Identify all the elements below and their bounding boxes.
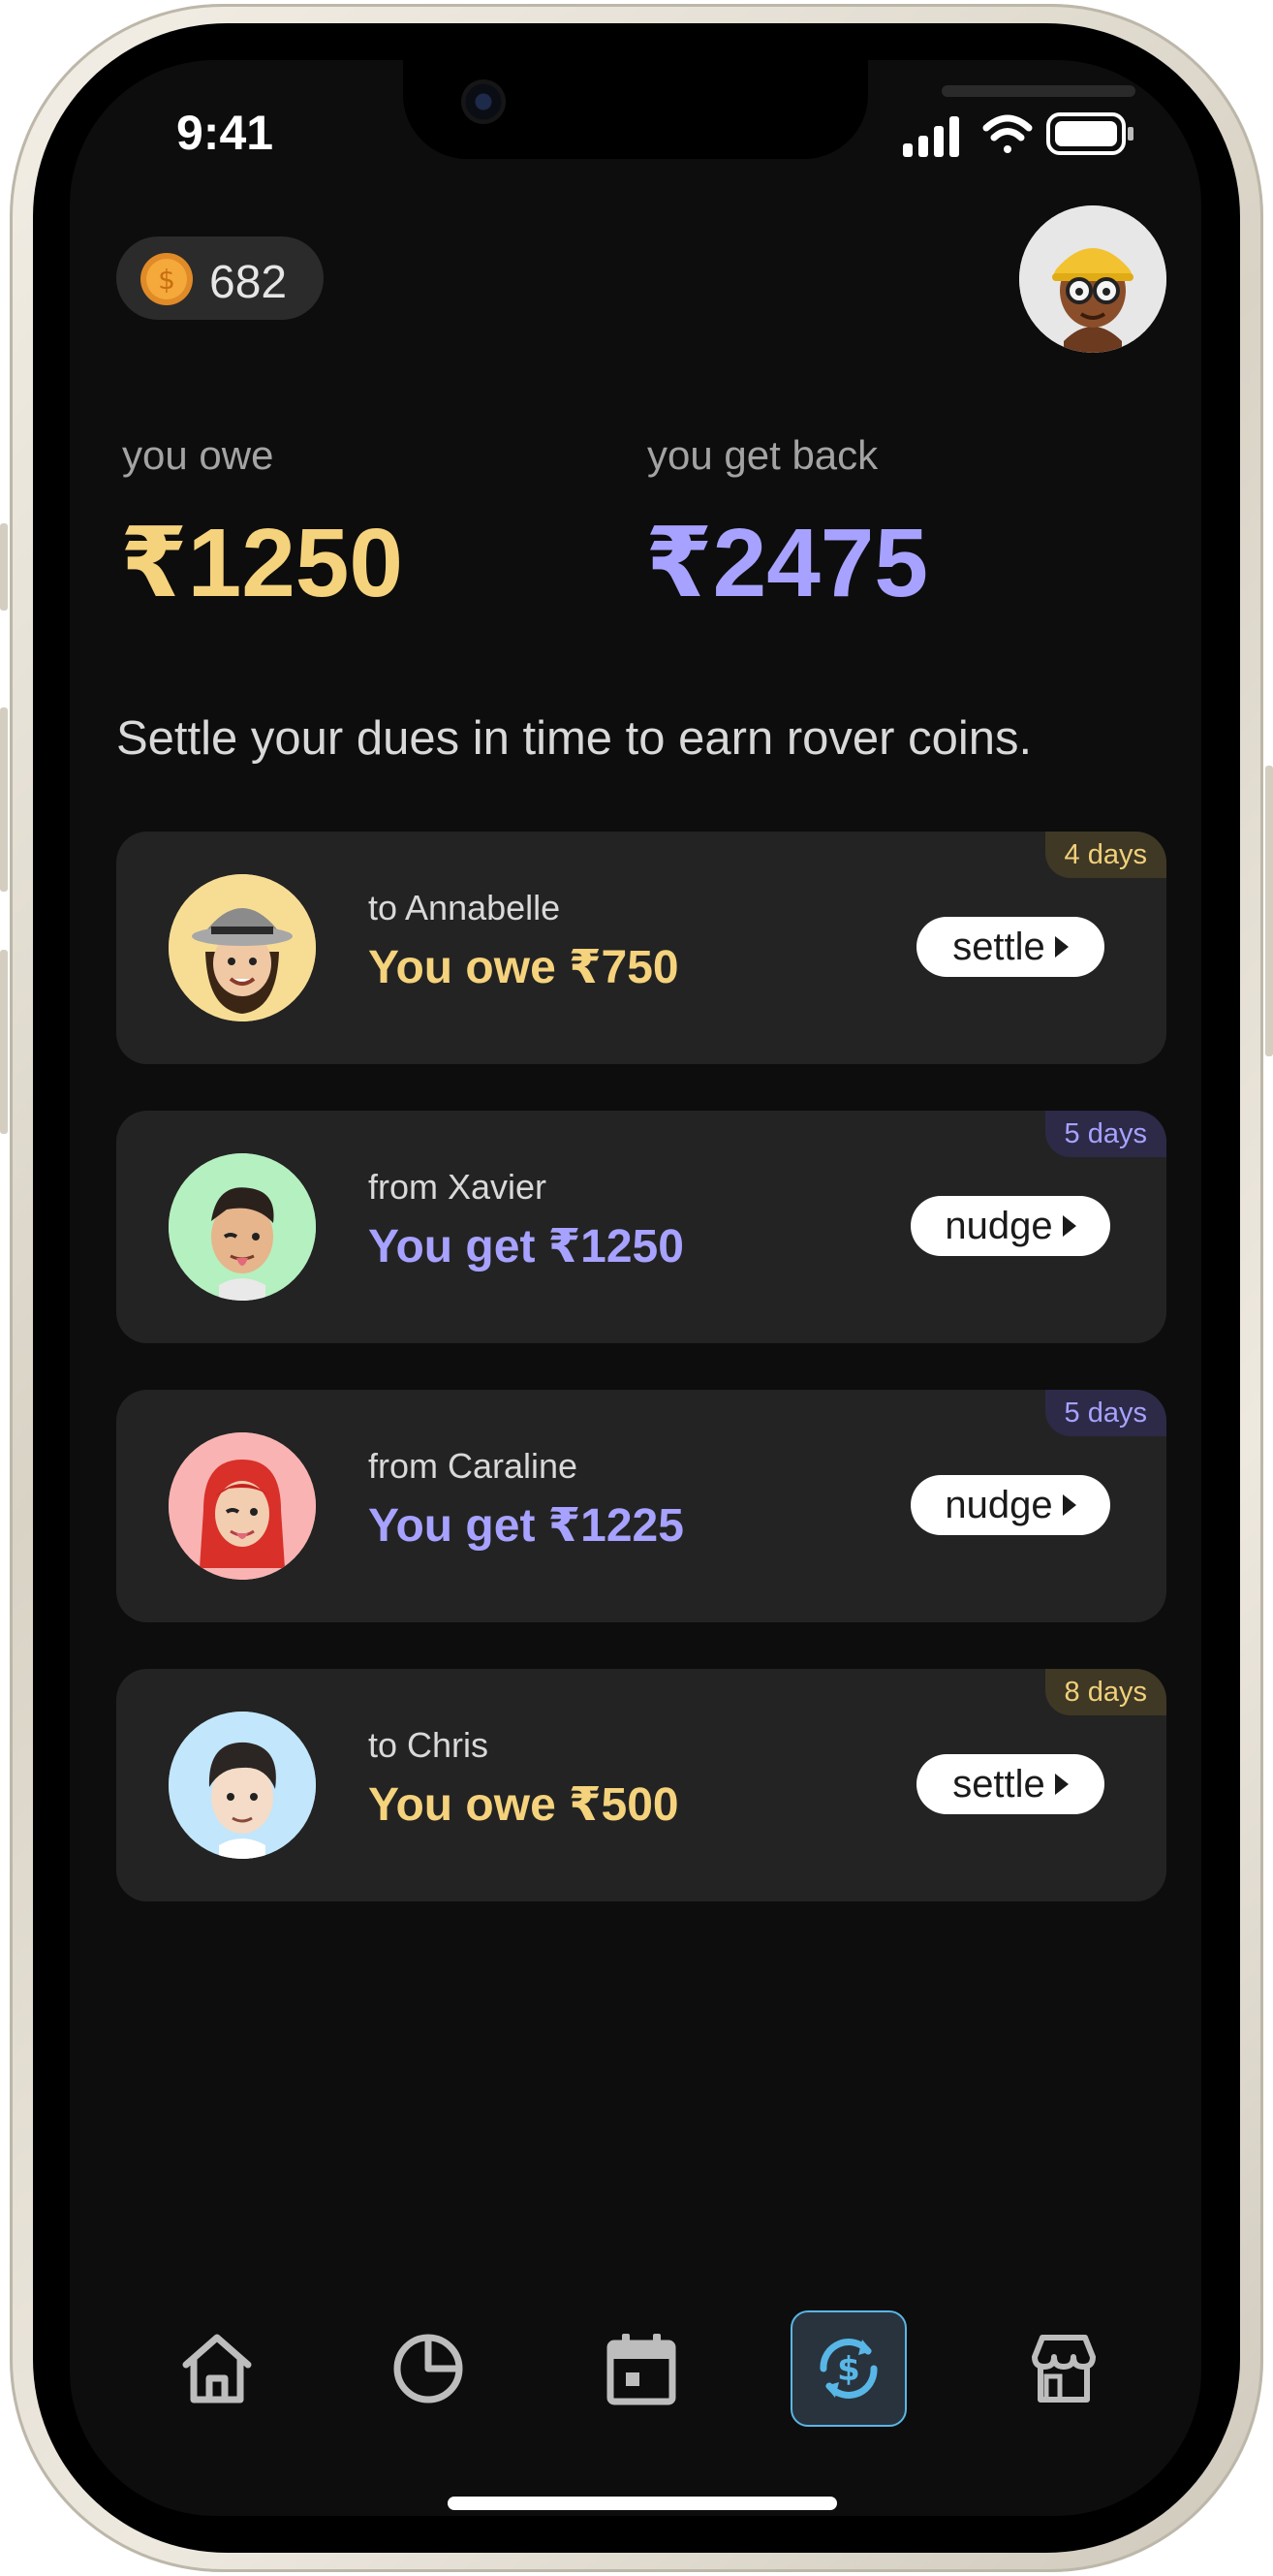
chris-avatar [169,1712,316,1859]
home-indicator[interactable] [448,2497,837,2510]
coin-icon: $ [140,253,193,305]
play-arrow-icon [1062,1215,1076,1237]
nudge-button[interactable]: nudge [911,1196,1110,1256]
front-camera [461,79,506,124]
due-amount: You owe ₹750 [368,942,679,993]
due-card-chris[interactable]: 8 days to Chris You owe ₹500 settle [116,1669,1166,1901]
status-time: 9:41 [176,106,274,160]
battery-icon [1046,112,1133,155]
tab-settle[interactable]: $ [791,2310,907,2427]
due-subtitle: from Xavier [368,1167,547,1207]
due-amount: You get ₹1225 [368,1500,684,1552]
memoji-avatar-icon [169,1432,316,1580]
due-subtitle: from Caraline [368,1446,578,1486]
due-subtitle: to Annabelle [368,888,561,927]
tab-stats[interactable] [370,2310,486,2427]
status-icons [903,112,1133,157]
coins-badge[interactable]: $ 682 [116,236,324,320]
due-amount: You owe ₹500 [368,1779,679,1831]
xavier-avatar [169,1153,316,1301]
due-card-caraline[interactable]: 5 days from Caraline You get ₹1225 nudge [116,1390,1166,1622]
owe-label: you owe [122,432,274,478]
due-amount: You get ₹1250 [368,1221,684,1272]
nudge-button-label: nudge [945,1483,1053,1526]
due-subtitle: to Chris [368,1725,489,1765]
days-badge: 4 days [1044,832,1166,878]
days-badge: 5 days [1044,1111,1166,1157]
calendar-icon [606,2334,676,2405]
tab-store[interactable] [1006,2310,1122,2427]
svg-text:$: $ [158,264,175,296]
memoji-avatar-icon [169,874,316,1021]
signal-icon [903,116,959,157]
nudge-button[interactable]: nudge [911,1475,1110,1535]
app-screen: 9:41 $ 682 you owe ₹1250 you get back ₹2… [70,60,1201,2516]
store-icon [1032,2335,1096,2403]
due-card-xavier[interactable]: 5 days from Xavier You get ₹1250 nudge [116,1111,1166,1343]
days-badge: 8 days [1044,1669,1166,1715]
tab-home[interactable] [159,2310,275,2427]
annabelle-avatar [169,874,316,1021]
get-back-total: ₹2475 [645,509,929,617]
play-arrow-icon [1054,1774,1069,1795]
play-arrow-icon [1054,936,1069,958]
volume-up-button [0,707,8,892]
caraline-avatar [169,1432,316,1580]
memoji-avatar-icon [169,1153,316,1301]
wifi-icon [982,114,1033,153]
home-icon [182,2334,252,2403]
pie-chart-icon [393,2334,463,2403]
due-card-annabelle[interactable]: 4 days to Annabelle You owe ₹750 settle [116,832,1166,1064]
memoji-avatar-icon [169,1712,316,1859]
speaker-grille [942,85,1135,97]
nudge-button-label: nudge [945,1204,1053,1247]
days-badge: 5 days [1044,1390,1166,1436]
owe-total: ₹1250 [120,509,404,617]
currency-exchange-icon: $ [820,2339,878,2399]
settle-button-label: settle [952,1762,1045,1806]
get-back-label: you get back [647,432,879,478]
tab-calendar[interactable] [583,2310,699,2427]
settle-button[interactable]: settle [916,1754,1104,1814]
mute-switch [0,523,8,611]
coin-count: 682 [209,257,288,308]
power-button [1265,766,1273,1056]
volume-down-button [0,950,8,1134]
play-arrow-icon [1062,1494,1076,1516]
memoji-avatar-icon [1019,205,1166,353]
settle-button-label: settle [952,925,1045,968]
svg-text:$: $ [837,2350,860,2389]
settle-button[interactable]: settle [916,917,1104,977]
profile-avatar[interactable] [1019,205,1166,353]
rover-coins-tagline: Settle your dues in time to earn rover c… [116,712,1033,765]
